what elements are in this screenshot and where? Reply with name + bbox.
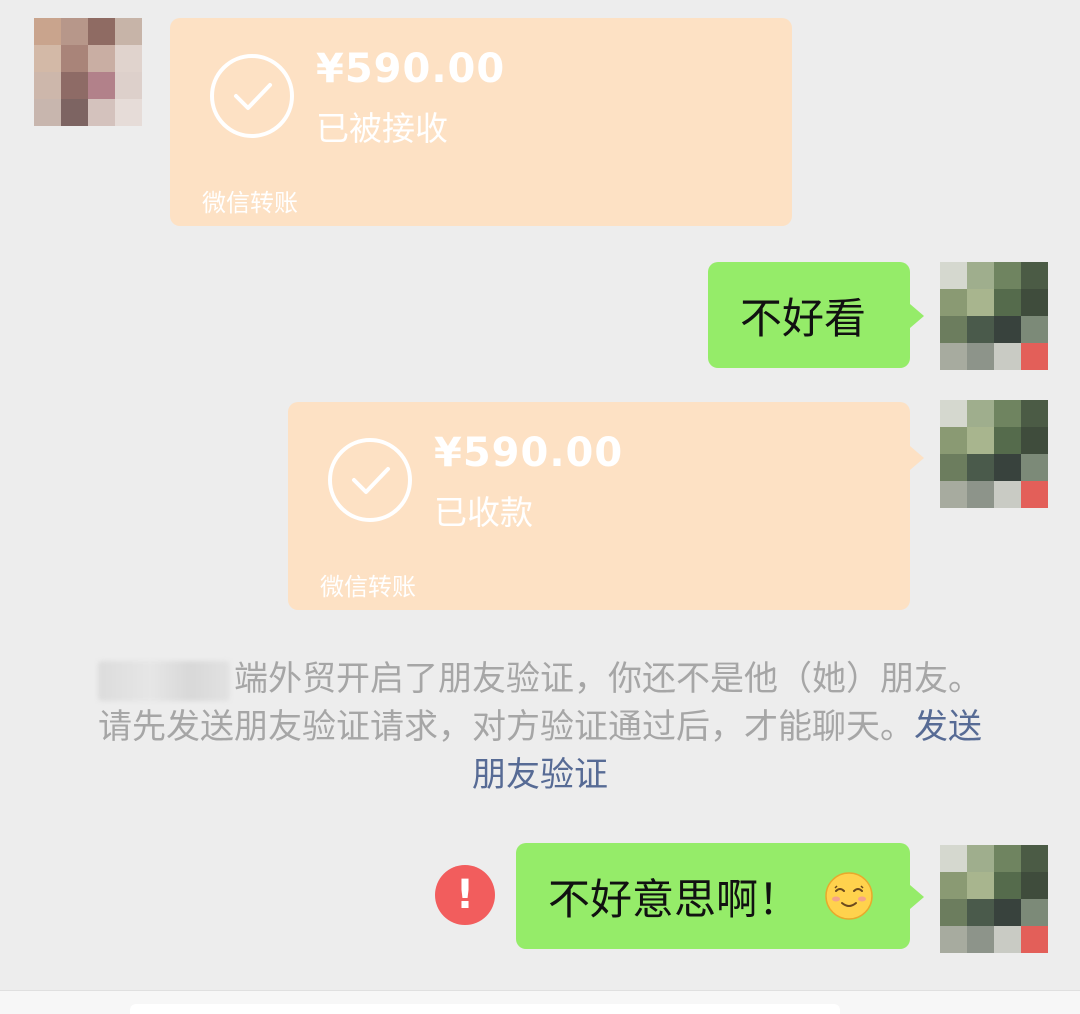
check-circle-icon [210, 54, 294, 138]
sent-message-bubble[interactable]: 不好意思啊！ [516, 843, 924, 949]
transfer-amount: ¥590.00 [316, 46, 506, 92]
system-notice: 端外贸开启了朋友验证，你还不是他（她）朋友。请先发送朋友验证请求，对方验证通过后… [90, 655, 990, 799]
message-input[interactable] [130, 1004, 840, 1014]
transfer-card-collected[interactable]: ¥590.00 已收款 微信转账 [288, 402, 924, 610]
my-avatar[interactable] [940, 400, 1048, 508]
transfer-footer: 微信转账 [320, 573, 416, 601]
transfer-footer: 微信转账 [202, 189, 298, 217]
transfer-amount: ¥590.00 [434, 430, 624, 476]
my-avatar[interactable] [940, 262, 1048, 370]
my-avatar[interactable] [940, 845, 1048, 953]
blurred-contact-name [98, 660, 230, 701]
message-text: 不好看 [740, 293, 867, 343]
smiling-face-icon [825, 872, 873, 920]
check-circle-icon [328, 438, 412, 522]
chat-area: ¥590.00 已被接收 微信转账 不好看 ¥590.00 已收款 微信转账 端… [0, 0, 1080, 1014]
notice-text: 端外贸开启了朋友验证，你还不是他（她）朋友。请先发送朋友验证请求，对方验证通过后… [98, 659, 982, 747]
exclamation-icon[interactable]: ! [435, 865, 495, 925]
transfer-status: 已被接收 [316, 109, 448, 148]
transfer-card-received[interactable]: ¥590.00 已被接收 微信转账 [170, 18, 792, 226]
sent-message-bubble[interactable]: 不好看 [708, 262, 924, 368]
contact-avatar[interactable] [34, 18, 142, 126]
transfer-status: 已收款 [434, 493, 533, 532]
message-text: 不好意思啊！ [548, 874, 801, 924]
